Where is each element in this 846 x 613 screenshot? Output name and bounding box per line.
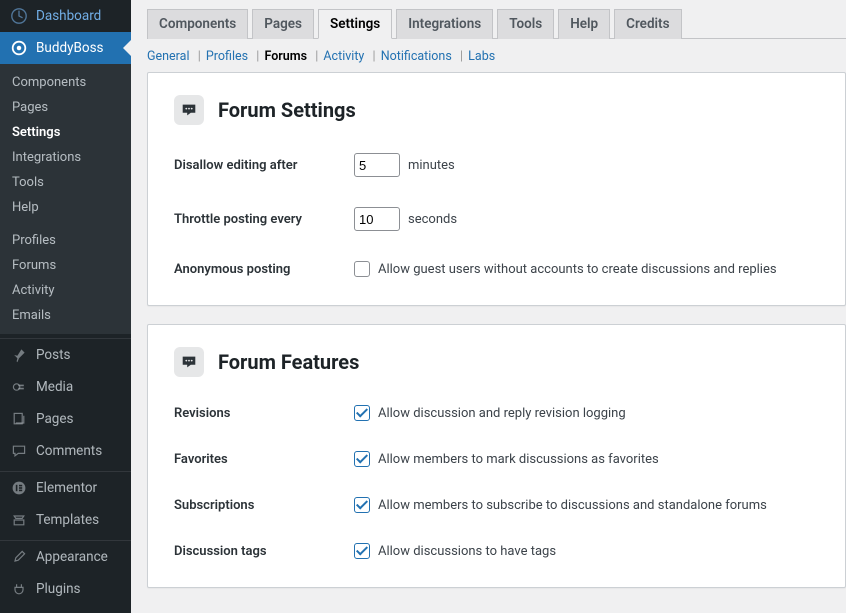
- throttle-suffix: seconds: [408, 212, 457, 227]
- sub-nav: General | Profiles | Forums | Activity |…: [147, 49, 846, 64]
- menu-comments[interactable]: Comments: [0, 435, 131, 467]
- menu-dashboard[interactable]: Dashboard: [0, 0, 131, 32]
- menu-templates[interactable]: Templates: [0, 504, 131, 536]
- menu-buddyboss[interactable]: BuddyBoss: [0, 32, 131, 64]
- menu-label: Media: [36, 379, 73, 395]
- tab-components[interactable]: Components: [147, 9, 248, 39]
- panel-header: Forum Settings: [174, 95, 819, 125]
- admin-sidebar: Dashboard BuddyBoss Components Pages Set…: [0, 0, 131, 613]
- submenu-activity[interactable]: Activity: [0, 278, 131, 303]
- panel-title: Forum Settings: [218, 98, 356, 122]
- panel-forum-features: Forum Features Revisions Allow discussio…: [147, 324, 846, 588]
- tab-credits[interactable]: Credits: [614, 9, 681, 39]
- anon-label: Anonymous posting: [174, 262, 354, 277]
- tab-settings[interactable]: Settings: [318, 9, 392, 39]
- submenu-pages[interactable]: Pages: [0, 95, 131, 120]
- dashboard-icon: [10, 7, 28, 25]
- submenu-integrations[interactable]: Integrations: [0, 145, 131, 170]
- subnav-labs[interactable]: Labs: [468, 49, 495, 64]
- menu-label: Posts: [36, 347, 70, 363]
- submenu-forums[interactable]: Forums: [0, 253, 131, 278]
- forum-icon: [174, 347, 204, 377]
- page-icon: [10, 410, 28, 428]
- pin-icon: [10, 346, 28, 364]
- subs-label: Subscriptions: [174, 498, 354, 513]
- menu-pages[interactable]: Pages: [0, 403, 131, 435]
- panel-header: Forum Features: [174, 347, 819, 377]
- editing-suffix: minutes: [408, 158, 455, 173]
- menu-posts[interactable]: Posts: [0, 339, 131, 371]
- revisions-text: Allow discussion and reply revision logg…: [378, 406, 626, 421]
- nav-tabs: Components Pages Settings Integrations T…: [147, 8, 846, 39]
- plug-icon: [10, 580, 28, 598]
- media-icon: [10, 378, 28, 396]
- menu-label: Comments: [36, 443, 102, 459]
- submenu-help[interactable]: Help: [0, 195, 131, 220]
- tags-checkbox[interactable]: [354, 543, 370, 559]
- menu-label: Plugins: [36, 581, 81, 597]
- tab-pages[interactable]: Pages: [252, 9, 314, 39]
- subnav-notifications[interactable]: Notifications: [381, 49, 452, 64]
- subnav-general[interactable]: General: [147, 49, 190, 64]
- favorites-label: Favorites: [174, 452, 354, 467]
- editing-input[interactable]: [354, 153, 400, 177]
- menu-label: Dashboard: [36, 8, 101, 24]
- comment-icon: [10, 442, 28, 460]
- subnav-forums[interactable]: Forums: [264, 49, 307, 64]
- throttle-label: Throttle posting every: [174, 212, 354, 227]
- editing-label: Disallow editing after: [174, 158, 354, 173]
- submenu-settings[interactable]: Settings: [0, 120, 131, 145]
- brush-icon: [10, 548, 28, 566]
- menu-plugins[interactable]: Plugins: [0, 573, 131, 605]
- main-content: Components Pages Settings Integrations T…: [131, 0, 846, 613]
- tags-label: Discussion tags: [174, 544, 354, 559]
- submenu-profiles[interactable]: Profiles: [0, 228, 131, 253]
- favorites-checkbox[interactable]: [354, 451, 370, 467]
- menu-label: BuddyBoss: [36, 40, 104, 56]
- menu-media[interactable]: Media: [0, 371, 131, 403]
- throttle-input[interactable]: [354, 207, 400, 231]
- anon-checkbox[interactable]: [354, 261, 370, 277]
- submenu-tools[interactable]: Tools: [0, 170, 131, 195]
- menu-label: Elementor: [36, 480, 97, 496]
- panel-forum-settings: Forum Settings Disallow editing after mi…: [147, 72, 846, 306]
- subs-text: Allow members to subscribe to discussion…: [378, 498, 767, 513]
- buddyboss-submenu: Components Pages Settings Integrations T…: [0, 64, 131, 334]
- tab-integrations[interactable]: Integrations: [396, 9, 493, 39]
- menu-label: Appearance: [36, 549, 108, 565]
- favorites-text: Allow members to mark discussions as fav…: [378, 452, 659, 467]
- elementor-icon: [10, 479, 28, 497]
- tab-help[interactable]: Help: [558, 9, 610, 39]
- submenu-components[interactable]: Components: [0, 70, 131, 95]
- menu-label: Templates: [36, 512, 99, 528]
- templates-icon: [10, 511, 28, 529]
- tab-tools[interactable]: Tools: [497, 9, 554, 39]
- menu-appearance[interactable]: Appearance: [0, 541, 131, 573]
- revisions-checkbox[interactable]: [354, 405, 370, 421]
- tags-text: Allow discussions to have tags: [378, 544, 556, 559]
- buddyboss-icon: [10, 39, 28, 57]
- anon-text: Allow guest users without accounts to cr…: [378, 262, 777, 277]
- menu-label: Pages: [36, 411, 74, 427]
- subs-checkbox[interactable]: [354, 497, 370, 513]
- subnav-profiles[interactable]: Profiles: [206, 49, 248, 64]
- revisions-label: Revisions: [174, 406, 354, 421]
- forum-icon: [174, 95, 204, 125]
- submenu-emails[interactable]: Emails: [0, 303, 131, 328]
- menu-elementor[interactable]: Elementor: [0, 472, 131, 504]
- subnav-activity[interactable]: Activity: [323, 49, 364, 64]
- panel-title: Forum Features: [218, 350, 359, 374]
- menu-users[interactable]: Users: [0, 605, 131, 613]
